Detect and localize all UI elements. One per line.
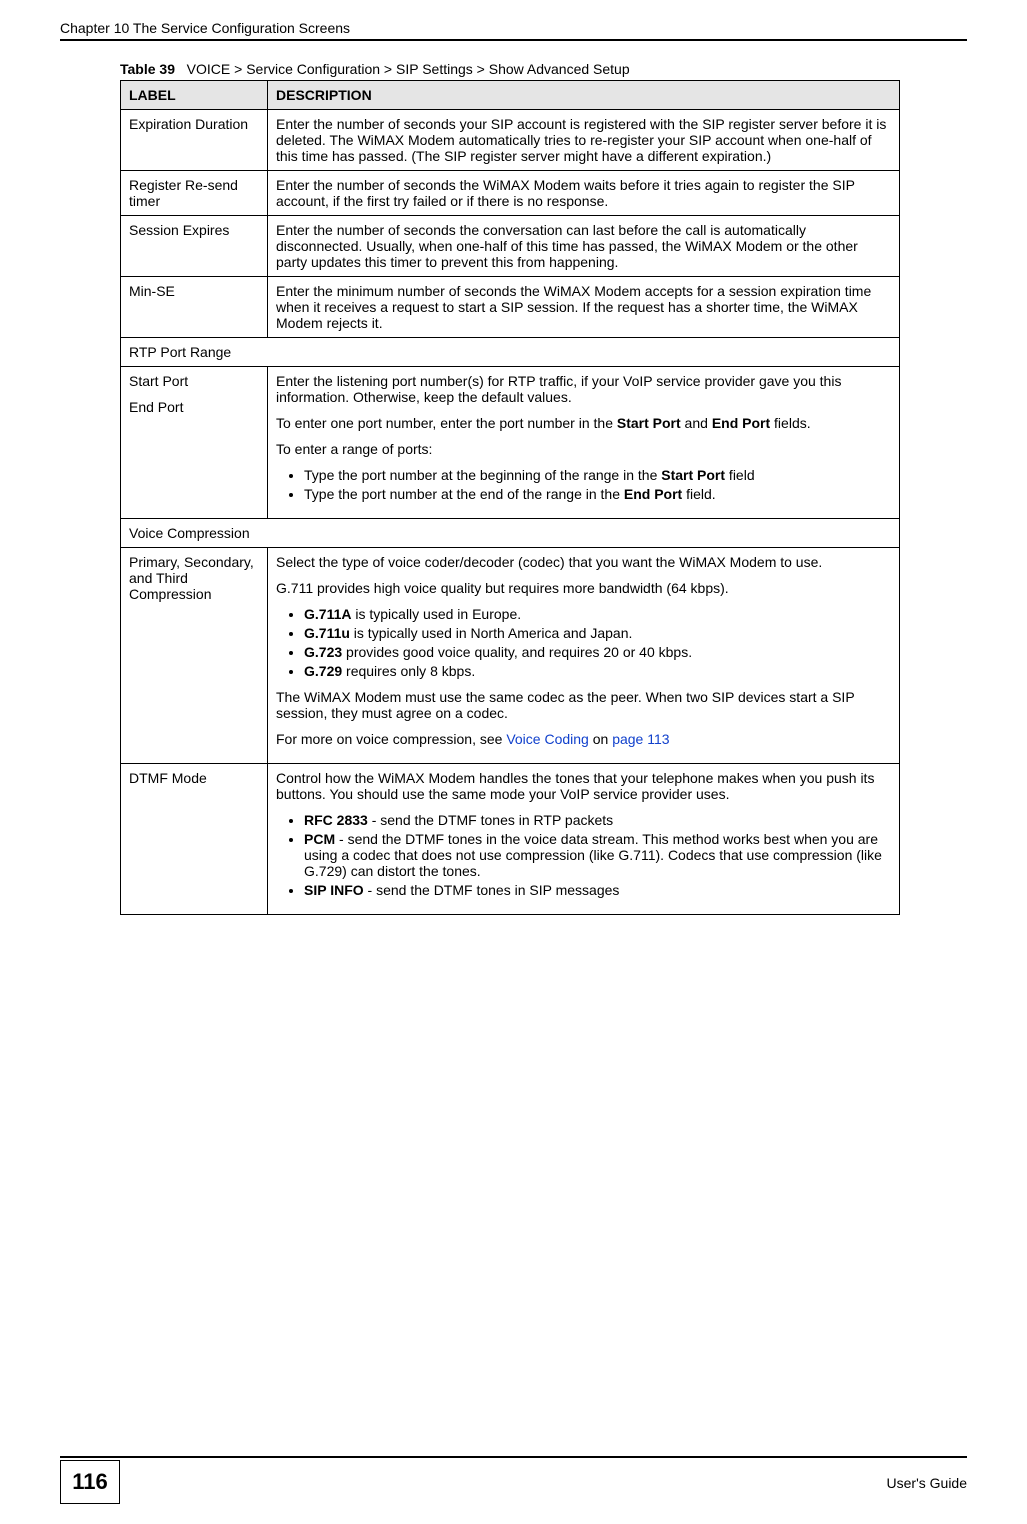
row-label: Expiration Duration [121, 110, 268, 171]
row-desc: Enter the listening port number(s) for R… [268, 367, 900, 519]
list-item: RFC 2833 - send the DTMF tones in RTP pa… [304, 812, 891, 828]
port-label-end: End Port [129, 399, 259, 415]
section-header: RTP Port Range [121, 338, 900, 367]
row-desc: Select the type of voice coder/decoder (… [268, 548, 900, 764]
table-row: Register Re-send timer Enter the number … [121, 171, 900, 216]
col-header-description: DESCRIPTION [268, 81, 900, 110]
table-row: Session Expires Enter the number of seco… [121, 216, 900, 277]
list-item: Type the port number at the end of the r… [304, 486, 891, 502]
ports-intro: Enter the listening port number(s) for R… [276, 373, 891, 405]
ports-range-intro: To enter a range of ports: [276, 441, 891, 457]
row-desc: Enter the number of seconds the conversa… [268, 216, 900, 277]
table-row: Min-SE Enter the minimum number of secon… [121, 277, 900, 338]
table-number: Table 39 [120, 61, 175, 77]
list-item: PCM - send the DTMF tones in the voice d… [304, 831, 891, 879]
link-voice-coding[interactable]: Voice Coding [506, 731, 589, 747]
row-label: Primary, Secondary, and Third Compressio… [121, 548, 268, 764]
port-label-start: Start Port [129, 373, 259, 389]
row-label: Session Expires [121, 216, 268, 277]
dtmf-list: RFC 2833 - send the DTMF tones in RTP pa… [276, 812, 891, 898]
compression-peer: The WiMAX Modem must use the same codec … [276, 689, 891, 721]
list-item: Type the port number at the beginning of… [304, 467, 891, 483]
page-number: 116 [60, 1460, 120, 1504]
table-row: DTMF Mode Control how the WiMAX Modem ha… [121, 764, 900, 915]
table-caption-text: VOICE > Service Configuration > SIP Sett… [187, 61, 630, 77]
list-item: SIP INFO - send the DTMF tones in SIP me… [304, 882, 891, 898]
row-label: Start Port End Port [121, 367, 268, 519]
row-label: Min-SE [121, 277, 268, 338]
row-desc: Control how the WiMAX Modem handles the … [268, 764, 900, 915]
row-desc: Enter the number of seconds your SIP acc… [268, 110, 900, 171]
section-row-voice: Voice Compression [121, 519, 900, 548]
link-page-113[interactable]: page 113 [612, 731, 669, 747]
list-item: G.723 provides good voice quality, and r… [304, 644, 891, 660]
dtmf-intro: Control how the WiMAX Modem handles the … [276, 770, 891, 802]
compression-intro: Select the type of voice coder/decoder (… [276, 554, 891, 570]
compression-seealso: For more on voice compression, see Voice… [276, 731, 891, 747]
ports-single: To enter one port number, enter the port… [276, 415, 891, 431]
section-header: Voice Compression [121, 519, 900, 548]
section-row-rtp: RTP Port Range [121, 338, 900, 367]
row-desc: Enter the number of seconds the WiMAX Mo… [268, 171, 900, 216]
table-row: Primary, Secondary, and Third Compressio… [121, 548, 900, 764]
settings-table: LABEL DESCRIPTION Expiration Duration En… [120, 80, 900, 915]
chapter-header: Chapter 10 The Service Configuration Scr… [60, 20, 967, 41]
row-label: Register Re-send timer [121, 171, 268, 216]
page-footer: 116 User's Guide [0, 1456, 1027, 1504]
compression-g711: G.711 provides high voice quality but re… [276, 580, 891, 596]
table-row: Expiration Duration Enter the number of … [121, 110, 900, 171]
table-row: Start Port End Port Enter the listening … [121, 367, 900, 519]
table-caption: Table 39 VOICE > Service Configuration >… [120, 61, 967, 77]
row-desc: Enter the minimum number of seconds the … [268, 277, 900, 338]
ports-range-list: Type the port number at the beginning of… [276, 467, 891, 502]
list-item: G.711A is typically used in Europe. [304, 606, 891, 622]
footer-guide-label: User's Guide [887, 1475, 967, 1491]
row-label: DTMF Mode [121, 764, 268, 915]
compression-list: G.711A is typically used in Europe. G.71… [276, 606, 891, 679]
list-item: G.729 requires only 8 kbps. [304, 663, 891, 679]
col-header-label: LABEL [121, 81, 268, 110]
list-item: G.711u is typically used in North Americ… [304, 625, 891, 641]
